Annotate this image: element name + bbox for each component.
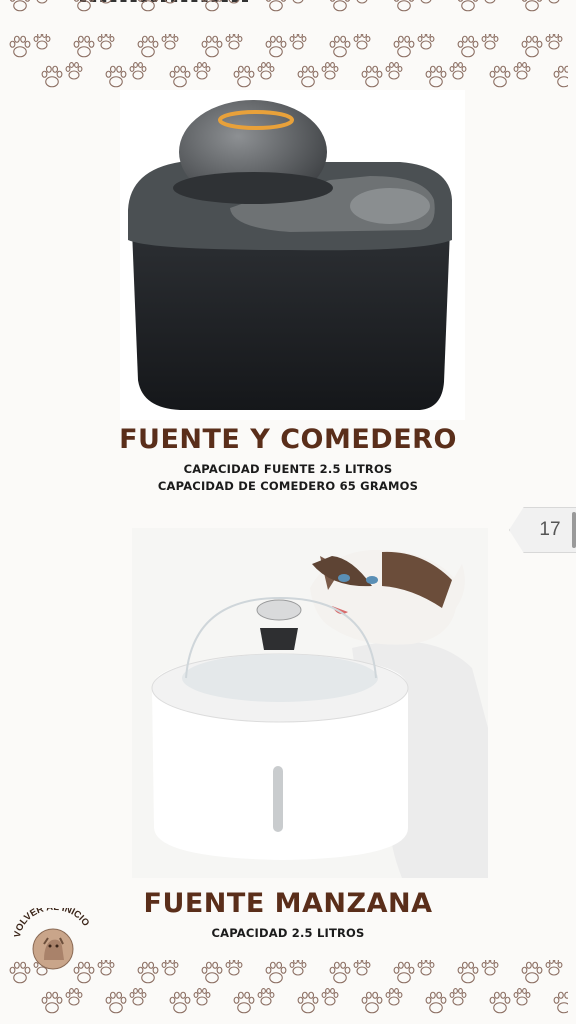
paw-print-icon: [297, 991, 319, 1014]
paw-print-icon: [393, 35, 415, 58]
paw-print-icon: [289, 960, 307, 976]
paw-print-icon: [169, 991, 191, 1014]
paw-print-icon: [417, 960, 435, 976]
paw-print-icon: [73, 0, 95, 12]
back-to-home-link[interactable]: VOLVER AL INICIO: [14, 908, 94, 978]
paw-print-icon: [521, 0, 543, 12]
paw-print-icon: [393, 0, 415, 12]
paw-print-icon: [457, 35, 479, 58]
paw-print-icon: [129, 62, 147, 80]
paw-print-icon: [553, 65, 568, 88]
paw-print-icon: [361, 65, 383, 88]
paw-print-icon: [9, 0, 31, 12]
paw-print-icon: [297, 65, 319, 88]
paw-print-icon: [201, 961, 223, 984]
page-number: 17: [539, 519, 561, 540]
product-image-apple-fountain: [132, 528, 488, 878]
paw-print-icon: [353, 34, 371, 50]
paw-print-icon: [137, 35, 159, 58]
paw-print-icon: [33, 34, 51, 50]
paw-print-icon: [137, 0, 159, 12]
paw-print-icon: [329, 35, 351, 58]
paw-print-icon: [257, 62, 275, 80]
scrollbar-thumb[interactable]: [572, 512, 576, 548]
product-detail: CAPACIDAD FUENTE 2.5 LITROS: [183, 462, 393, 476]
paw-print-icon: [385, 62, 403, 80]
paw-pattern-top-partial: [8, 0, 568, 18]
paw-print-icon-row: [9, 0, 560, 12]
paw-print-icon: [481, 960, 499, 976]
paw-print-icon: [137, 961, 159, 984]
paw-print-icon: [193, 988, 211, 1006]
paw-print-icon: [481, 34, 499, 50]
paw-print-icon: [361, 991, 383, 1014]
paw-print-icon: [161, 34, 179, 50]
paw-print-icon: [193, 62, 211, 80]
paw-print-icon: [164, 0, 176, 4]
paw-print-icon: [265, 35, 287, 58]
paw-print-icon: [420, 0, 432, 4]
paw-print-icon: [417, 34, 435, 50]
paw-pattern-top: [8, 34, 568, 96]
paw-print-icon: [289, 34, 307, 50]
paw-print-icon: [233, 991, 255, 1014]
paw-print-icon: [425, 65, 447, 88]
product-detail: CAPACIDAD DE COMEDERO 65 GRAMOS: [157, 479, 419, 493]
paw-print-icon: [265, 961, 287, 984]
paw-print-icon: [169, 65, 191, 88]
paw-print-icon: [9, 35, 31, 58]
paw-print-icon: [201, 35, 223, 58]
paw-print-icon: [513, 988, 531, 1006]
paw-print-icon: [449, 62, 467, 80]
paw-print-icon: [97, 960, 115, 976]
paw-print-icon: [489, 65, 511, 88]
paw-print-icon: [97, 34, 115, 50]
paw-print-icon: [513, 62, 531, 80]
product-title: FUENTE Y COMEDERO: [119, 424, 457, 455]
paw-print-icon: [457, 961, 479, 984]
paw-print-icon: [65, 988, 83, 1006]
paw-print-icon: [225, 960, 243, 976]
paw-print-icon: [457, 0, 479, 12]
paw-print-icon: [105, 65, 127, 88]
paw-print-icon: [201, 0, 223, 12]
paw-print-icon: [321, 988, 339, 1006]
paw-print-icon: [161, 960, 179, 976]
paw-print-icon-band: [9, 34, 568, 88]
paw-print-icon: [521, 961, 543, 984]
paw-print-icon: [329, 0, 351, 12]
paw-print-icon: [329, 961, 351, 984]
paw-print-icon: [41, 65, 63, 88]
paw-print-icon: [484, 0, 496, 4]
paw-print-icon: [521, 35, 543, 58]
paw-print-icon: [356, 0, 368, 4]
paw-print-icon: [129, 988, 147, 1006]
paw-print-icon: [545, 960, 563, 976]
paw-print-icon: [489, 991, 511, 1014]
dog-avatar-icon: [32, 928, 74, 970]
paw-print-icon: [321, 62, 339, 80]
paw-print-icon: [257, 988, 275, 1006]
paw-print-icon: [36, 0, 48, 4]
paw-print-icon: [292, 0, 304, 4]
paw-print-icon: [265, 0, 287, 12]
paw-print-icon: [548, 0, 560, 4]
paw-print-icon: [225, 34, 243, 50]
product-image-fountain-feeder: [120, 90, 465, 420]
paw-print-icon: [228, 0, 240, 4]
paw-print-icon: [41, 991, 63, 1014]
paw-print-icon: [385, 988, 403, 1006]
paw-print-icon: [545, 34, 563, 50]
paw-print-icon: [233, 65, 255, 88]
paw-print-icon: [100, 0, 112, 4]
paw-print-icon: [353, 960, 371, 976]
paw-print-icon: [393, 961, 415, 984]
paw-print-icon: [553, 991, 568, 1014]
paw-print-icon: [105, 991, 127, 1014]
paw-print-icon: [449, 988, 467, 1006]
paw-print-icon: [73, 35, 95, 58]
paw-print-icon: [425, 991, 447, 1014]
paw-print-icon: [65, 62, 83, 80]
